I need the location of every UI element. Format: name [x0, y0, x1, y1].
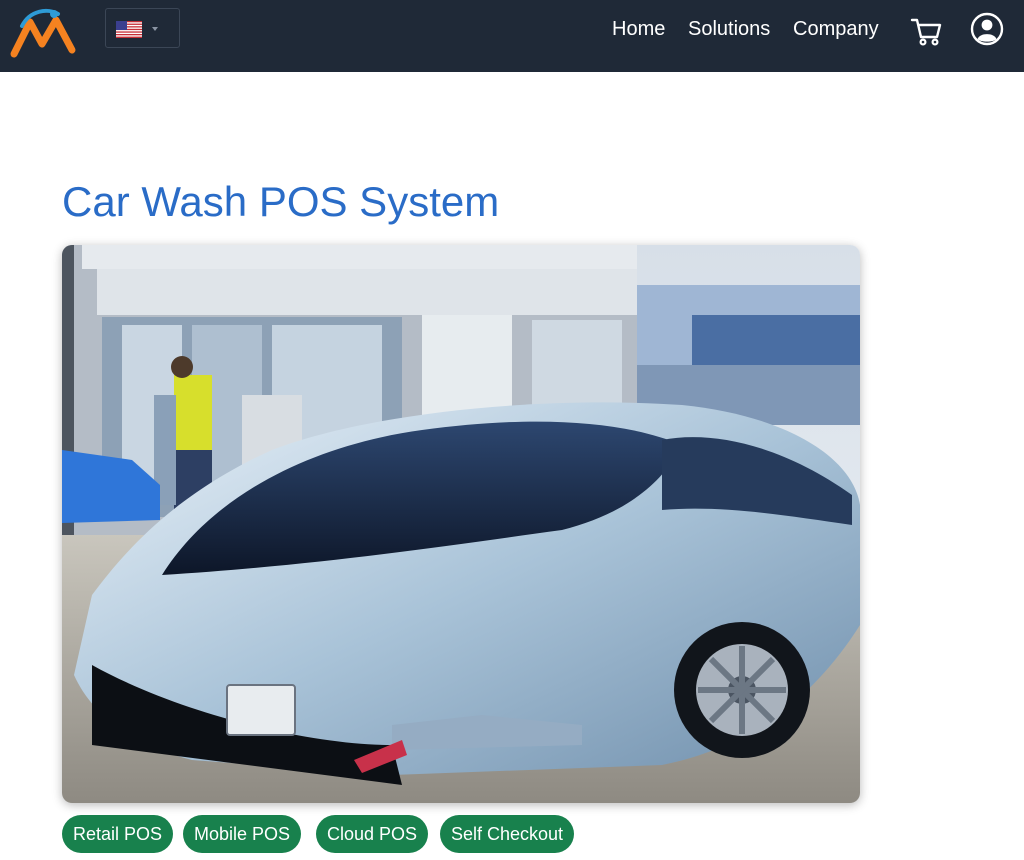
user-circle-icon[interactable] [970, 12, 1004, 46]
caret-down-icon [152, 27, 158, 31]
nav-company[interactable]: Company [793, 16, 879, 42]
nav-home[interactable]: Home [612, 16, 665, 42]
nav-solutions[interactable]: Solutions [688, 16, 770, 42]
tag-retail-pos[interactable]: Retail POS [62, 815, 174, 853]
navbar: Home Solutions Company [0, 0, 1024, 72]
hero-image [62, 245, 860, 803]
tag-self-checkout[interactable]: Self Checkout [440, 815, 575, 853]
page-title: Car Wash POS System [62, 178, 500, 225]
language-selector[interactable] [105, 8, 180, 48]
us-flag-icon [116, 21, 142, 38]
tag-cloud-pos[interactable]: Cloud POS [316, 815, 429, 853]
shopping-cart-icon[interactable] [910, 14, 944, 48]
brand-logo-icon[interactable] [8, 4, 80, 62]
tag-mobile-pos[interactable]: Mobile POS [183, 815, 302, 853]
